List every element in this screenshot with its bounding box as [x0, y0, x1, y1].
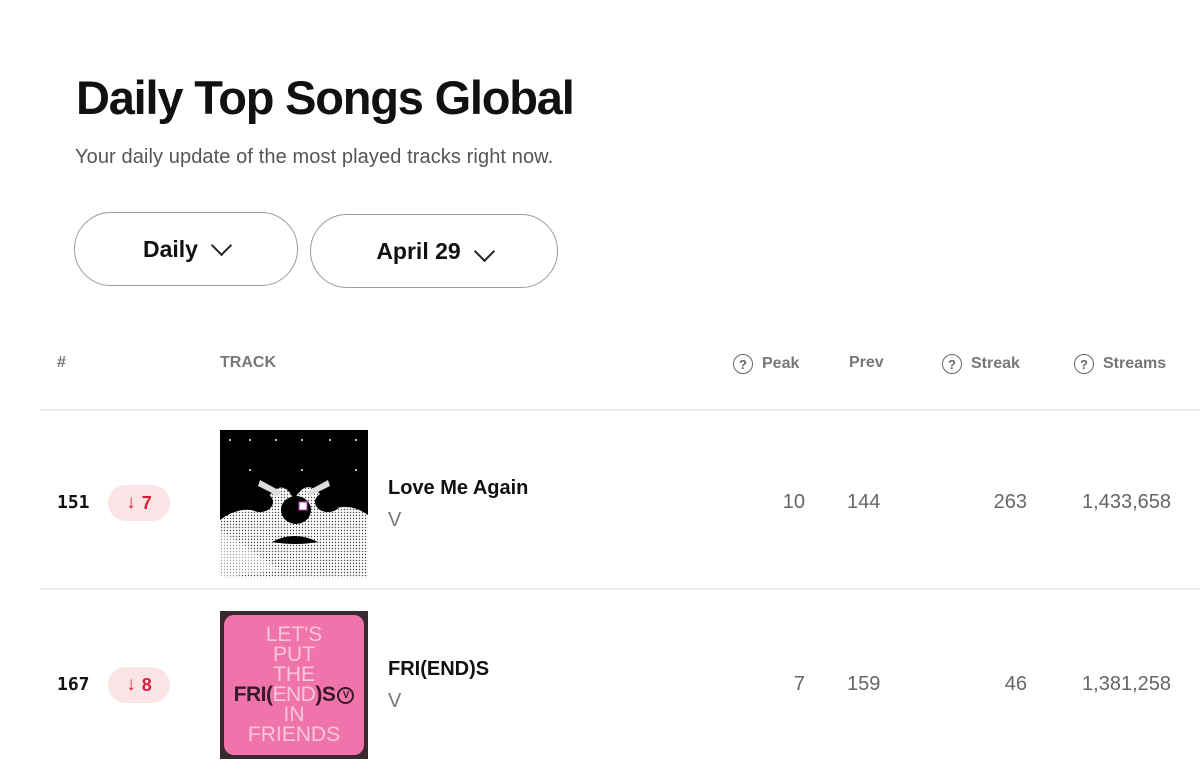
rank-change-value: 7	[141, 492, 152, 513]
v-logo-icon: V	[337, 686, 355, 704]
rank-number: 151	[57, 492, 90, 513]
page-subtitle: Your daily update of the most played tra…	[75, 146, 554, 168]
column-header-prev: Prev	[849, 354, 884, 372]
prev-value: 159	[847, 673, 881, 695]
rank-change-value: 8	[141, 674, 152, 695]
column-header-rank-label: #	[57, 354, 66, 371]
help-icon[interactable]: ?	[733, 354, 753, 374]
peak-value: 10	[782, 491, 805, 513]
rank-number: 167	[57, 674, 90, 695]
column-header-streams: ? Streams	[1074, 354, 1166, 374]
album-cover[interactable]	[220, 430, 368, 578]
streak-value: 263	[993, 491, 1027, 513]
track-artist[interactable]: V	[388, 690, 401, 713]
cover-text: )S	[315, 683, 336, 706]
cover-text: FRI(	[233, 683, 273, 706]
streak-value: 46	[1004, 673, 1027, 695]
arrow-down-icon: ↓	[126, 492, 136, 513]
track-title[interactable]: FRI(END)S	[388, 658, 489, 681]
cover-text: THE	[273, 663, 315, 687]
track-artist[interactable]: V	[388, 509, 401, 532]
rank-change-badge: ↓ 8	[108, 667, 170, 703]
streams-value: 1,381,258	[1082, 673, 1171, 695]
page-title: Daily Top Songs Global	[76, 71, 575, 124]
cover-text: FRIENDS	[247, 722, 341, 746]
peak-value: 7	[793, 673, 805, 695]
chevron-down-icon	[473, 240, 495, 262]
arrow-down-icon: ↓	[126, 674, 136, 695]
cover-text: IN	[283, 702, 305, 726]
column-header-streak: ? Streak	[942, 354, 1020, 374]
date-dropdown[interactable]: April 29	[310, 214, 558, 288]
streams-value: 1,433,658	[1082, 491, 1171, 513]
frequency-dropdown[interactable]: Daily	[74, 212, 298, 286]
track-title[interactable]: Love Me Again	[388, 477, 528, 500]
column-header-track: TRACK	[220, 354, 276, 372]
frequency-dropdown-label: Daily	[143, 235, 198, 262]
column-header-prev-label: Prev	[849, 354, 884, 371]
chevron-down-icon	[210, 234, 233, 256]
album-cover-art: LET'S PUT THE FRI(END)S V IN FRIENDS	[224, 615, 364, 755]
cover-text: LET'S	[265, 623, 323, 647]
prev-value: 144	[847, 491, 881, 513]
cover-text: PUT	[273, 643, 315, 667]
column-header-streams-label: Streams	[1103, 355, 1167, 372]
column-header-streak-label: Streak	[971, 355, 1020, 372]
header-divider	[40, 409, 1200, 411]
help-icon[interactable]: ?	[1074, 354, 1094, 374]
date-dropdown-label: April 29	[376, 237, 461, 264]
row-divider	[40, 588, 1200, 590]
cover-title-text: FRI(END)S V	[233, 683, 355, 706]
column-header-peak-label: Peak	[762, 355, 800, 372]
album-cover[interactable]: LET'S PUT THE FRI(END)S V IN FRIENDS	[220, 611, 368, 759]
rank-change-badge: ↓ 7	[108, 485, 170, 521]
column-header-rank: #	[57, 354, 66, 372]
column-header-peak: ? Peak	[733, 354, 799, 374]
column-header-track-label: TRACK	[220, 354, 276, 371]
album-cover-art	[220, 430, 368, 578]
help-icon[interactable]: ?	[942, 354, 962, 374]
